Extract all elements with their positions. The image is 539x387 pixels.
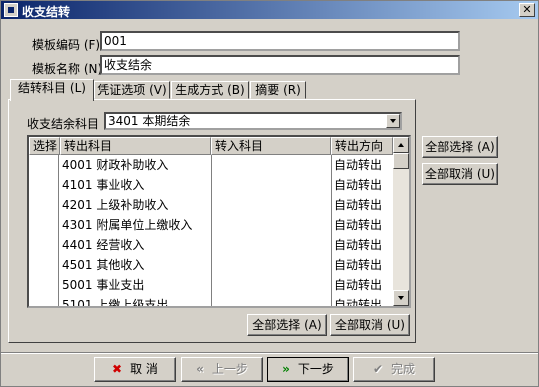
window-title: 收支结转 — [22, 5, 71, 19]
grid-divider — [331, 155, 332, 306]
select-all-button[interactable]: 全部选择 (A) — [247, 314, 327, 336]
tab-transfer-accounts[interactable]: 结转科目 (L) — [10, 79, 94, 101]
title-bar: 收支结转 ✕ — [1, 1, 538, 19]
row-from-account[interactable]: 4301 附属单位上缴收入 — [62, 215, 192, 235]
cancel-all-button[interactable]: 全部取消 (U) — [330, 314, 410, 336]
row-from-account[interactable]: 4001 财政补助收入 — [62, 155, 168, 175]
col-header-select[interactable]: 选择 — [29, 137, 60, 155]
template-code-label: 模板编码 (F) — [32, 38, 101, 52]
cancel-all-button-side[interactable]: 全部取消 (U) — [422, 163, 498, 185]
select-all-button-side[interactable]: 全部选择 (A) — [422, 136, 498, 158]
row-from-account[interactable]: 5101 上缴上级支出 — [62, 295, 168, 306]
balance-account-value: 3401 本期结余 — [108, 114, 191, 128]
grid-divider — [58, 155, 59, 306]
row-direction[interactable]: 自动转出 — [334, 235, 382, 255]
double-left-icon: « — [196, 362, 204, 376]
prev-button[interactable]: «上一步 — [181, 357, 263, 382]
template-name-label: 模板名称 (N) — [32, 62, 103, 76]
row-direction[interactable]: 自动转出 — [334, 215, 382, 235]
checkmark-icon: ✔ — [372, 362, 384, 376]
row-direction[interactable]: 自动转出 — [334, 295, 382, 306]
row-direction[interactable]: 自动转出 — [334, 195, 382, 215]
grid-divider — [211, 155, 212, 306]
balance-account-select[interactable]: 3401 本期结余 — [104, 112, 402, 130]
tab-voucher-options[interactable]: 凭证选项 (V) — [94, 81, 170, 99]
col-header-from[interactable]: 转出科目 — [60, 137, 211, 155]
row-from-account[interactable]: 4201 上级补助收入 — [62, 195, 168, 215]
footer-divider — [1, 352, 538, 354]
scroll-up-icon[interactable] — [393, 137, 409, 153]
close-icon[interactable]: ✕ — [519, 3, 535, 17]
template-code-input[interactable]: 001 — [100, 31, 460, 51]
tab-summary[interactable]: 摘要 (R) — [250, 81, 306, 99]
col-header-to[interactable]: 转入科目 — [211, 137, 331, 155]
cancel-button[interactable]: ✖ 取 消 — [94, 357, 176, 382]
app-icon — [4, 3, 18, 17]
row-direction[interactable]: 自动转出 — [334, 255, 382, 275]
template-name-input[interactable]: 收支结余 — [100, 55, 460, 75]
row-direction[interactable]: 自动转出 — [334, 155, 382, 175]
transfer-grid: 选择 转出科目 转入科目 转出方向 4001 财政补助收入 自动转出 4101 … — [27, 135, 411, 308]
col-header-direction[interactable]: 转出方向 — [331, 137, 393, 155]
next-button[interactable]: » 下一步 — [267, 357, 349, 382]
row-from-account[interactable]: 5001 事业支出 — [62, 275, 144, 295]
scroll-down-icon[interactable] — [393, 290, 409, 306]
dialog-window: 收支结转 ✕ 模板编码 (F) 001 模板名称 (N) 收支结余 结转科目 (… — [0, 0, 539, 387]
row-direction[interactable]: 自动转出 — [334, 275, 382, 295]
balance-account-label: 收支结余科目 — [27, 117, 100, 131]
vertical-scrollbar[interactable] — [393, 137, 409, 306]
cancel-x-icon: ✖ — [112, 362, 123, 376]
row-from-account[interactable]: 4401 经营收入 — [62, 235, 144, 255]
tab-generate-mode[interactable]: 生成方式 (B) — [171, 81, 249, 99]
row-direction[interactable]: 自动转出 — [334, 175, 382, 195]
chevron-down-icon[interactable] — [386, 114, 400, 128]
row-from-account[interactable]: 4101 事业收入 — [62, 175, 144, 195]
scroll-thumb[interactable] — [393, 153, 409, 169]
double-right-icon: » — [282, 362, 290, 376]
finish-button[interactable]: ✔ 完成 — [353, 357, 435, 382]
row-from-account[interactable]: 4501 其他收入 — [62, 255, 144, 275]
